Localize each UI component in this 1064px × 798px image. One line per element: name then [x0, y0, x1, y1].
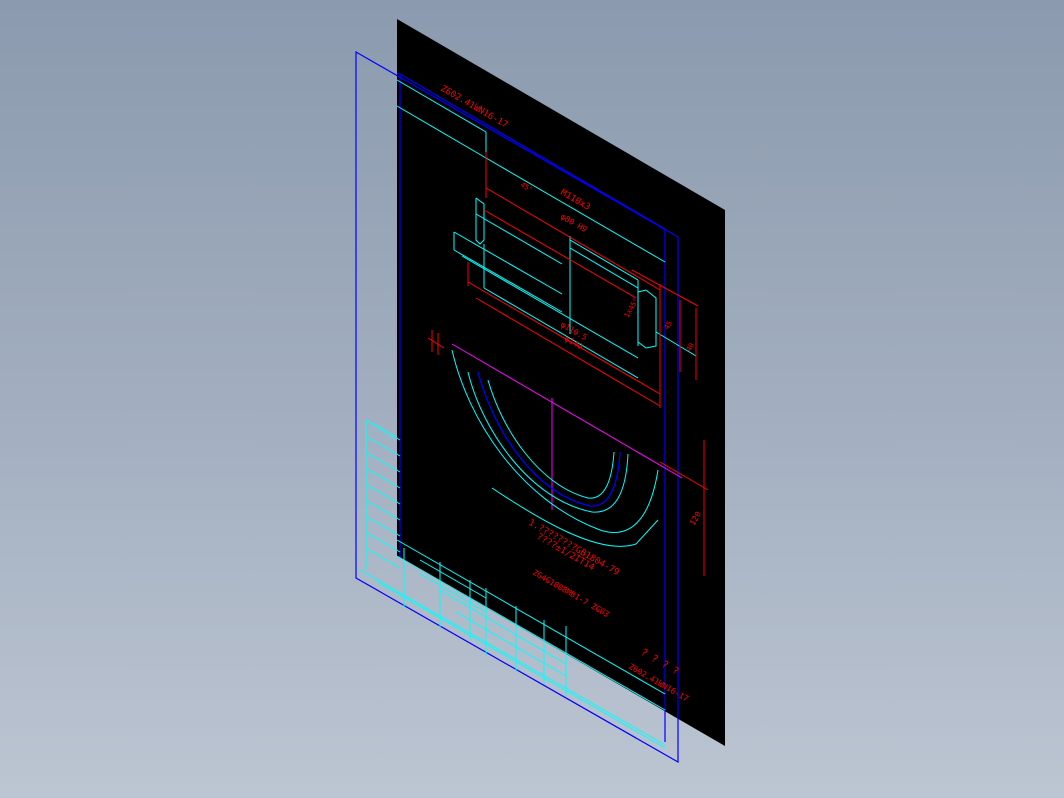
- revision-table-label: ????????: [369, 422, 398, 443]
- isometric-drawing: Z602.41WN16-17 M110x3 45° φ80 H9 φ110.5 …: [355, 19, 725, 764]
- cad-viewport[interactable]: Z602.41WN16-17 M110x3 45° φ80 H9 φ110.5 …: [0, 0, 1064, 798]
- revision-table: [365, 419, 401, 570]
- drawing-sheet: [397, 19, 725, 746]
